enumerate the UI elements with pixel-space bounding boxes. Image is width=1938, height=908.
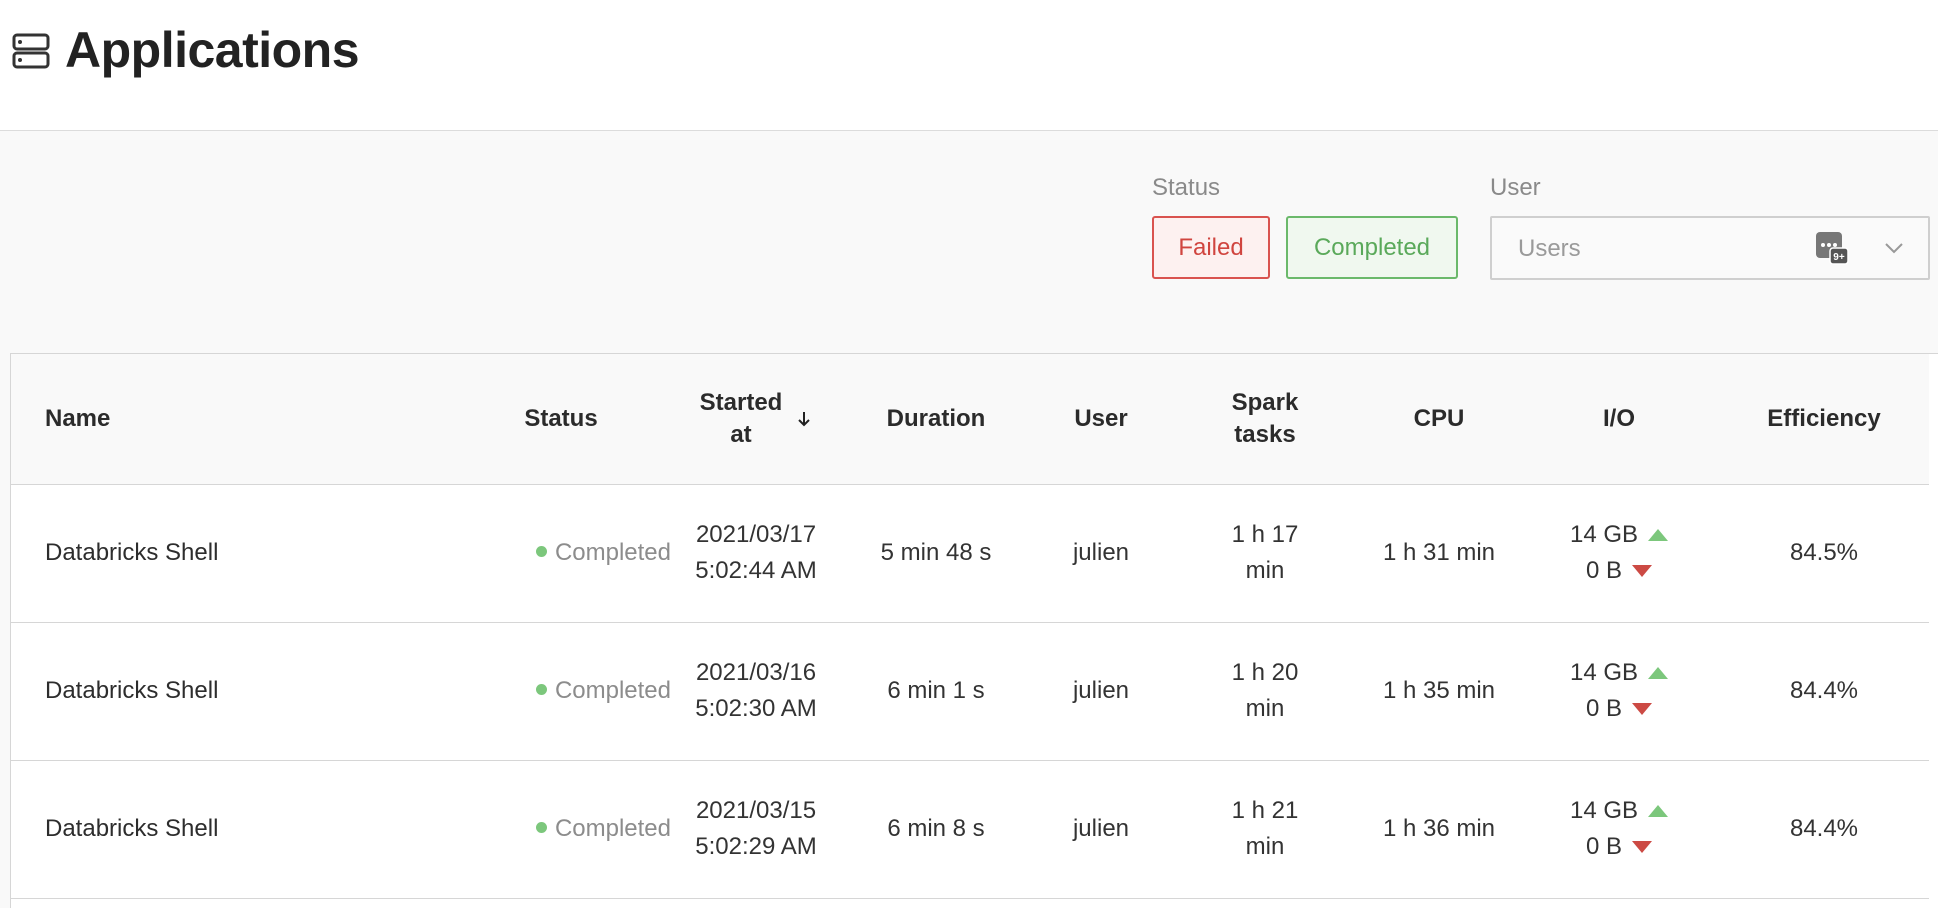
- started-time: 5:02:29 AM: [695, 833, 817, 860]
- cpu-cell: 1 h 36 min: [1382, 815, 1496, 842]
- efficiency-cell: 84.5%: [1789, 539, 1859, 566]
- user-cell: julien: [1072, 677, 1130, 704]
- started-date: 2021/03/17: [695, 521, 817, 548]
- user-cell: julien: [1072, 815, 1130, 842]
- status-text: Completed: [554, 539, 671, 566]
- spark-tasks-line2: min: [1245, 557, 1285, 584]
- io-cell: 14 GB 0 B: [1519, 484, 1719, 622]
- spark-tasks-line1: 1 h 17: [1231, 521, 1299, 548]
- efficiency-cell: 84.4%: [1789, 815, 1859, 842]
- duration-cell: 6 min 1 s: [887, 677, 985, 704]
- user-cell: julien: [1072, 539, 1130, 566]
- chevron-down-icon[interactable]: [1882, 238, 1906, 258]
- status-cell: Completed: [451, 622, 671, 760]
- spark-tasks-cell: 1 h 17 min: [1171, 484, 1359, 622]
- arrow-down-icon: [1632, 841, 1653, 853]
- status-filter-label: Status: [1152, 174, 1221, 201]
- spark-tasks-line2: min: [1245, 833, 1285, 860]
- started-at-cell: 2021/03/17 5:02:44 AM: [671, 484, 841, 622]
- column-header-spark-tasks[interactable]: Spark tasks: [1171, 354, 1359, 485]
- status-text: Completed: [554, 677, 671, 704]
- column-header-duration[interactable]: Duration: [841, 354, 1031, 485]
- io-input: 14 GB: [1569, 659, 1639, 686]
- status-text: Completed: [554, 815, 671, 842]
- arrow-up-icon: [1648, 805, 1669, 817]
- io-output: 0 B: [1585, 695, 1623, 722]
- arrow-down-icon: [1632, 703, 1653, 715]
- table-header-row: Name Status Started at Duration User Spa…: [11, 354, 1929, 485]
- table-row[interactable]: Databricks Shell Completed 2021/03/15 5:0…: [11, 760, 1929, 898]
- duration-cell: 6 min 8 s: [887, 815, 985, 842]
- duration-cell: 5 min 48 s: [880, 539, 992, 566]
- page-header: Applications: [0, 0, 1938, 131]
- applications-table: Name Status Started at Duration User Spa…: [10, 353, 1938, 908]
- started-time: 5:02:44 AM: [695, 557, 817, 584]
- spark-tasks-line2: min: [1245, 695, 1285, 722]
- sort-descending-icon[interactable]: [796, 409, 812, 429]
- started-date: 2021/03/16: [695, 659, 817, 686]
- column-header-status[interactable]: Status: [451, 354, 671, 485]
- app-name-cell[interactable]: Databricks Shell: [11, 484, 451, 622]
- table-row[interactable]: Databricks Shell Completed 2021/03/16 5:0…: [11, 622, 1929, 760]
- cpu-cell: 1 h 31 min: [1382, 539, 1496, 566]
- user-select[interactable]: Users 9+: [1490, 216, 1930, 280]
- table-row[interactable]: Databricks Shell Completed 2021/03/17 5:0…: [11, 484, 1929, 622]
- svg-text:9+: 9+: [1833, 252, 1845, 263]
- column-header-io[interactable]: I/O: [1519, 354, 1719, 485]
- page-title: Applications: [65, 22, 360, 78]
- started-at-cell: 2021/03/16 5:02:30 AM: [671, 622, 841, 760]
- status-cell: Completed: [451, 484, 671, 622]
- status-dot-icon: [535, 546, 547, 558]
- arrow-down-icon: [1632, 565, 1653, 577]
- io-cell: 14 GB 0 B: [1519, 622, 1719, 760]
- server-icon: [12, 33, 50, 69]
- column-header-efficiency[interactable]: Efficiency: [1719, 354, 1929, 485]
- arrow-up-icon: [1648, 529, 1669, 541]
- io-output: 0 B: [1585, 557, 1623, 584]
- app-name-cell[interactable]: Databricks Shell: [11, 622, 451, 760]
- user-select-placeholder: Users: [1518, 235, 1581, 262]
- spark-tasks-cell: 1 h 20 min: [1171, 622, 1359, 760]
- spark-tasks-line1: 1 h 21: [1231, 797, 1299, 824]
- column-header-started-line1: Started: [699, 388, 783, 416]
- column-header-cpu[interactable]: CPU: [1359, 354, 1519, 485]
- failed-filter-button[interactable]: Failed: [1152, 216, 1270, 279]
- io-input: 14 GB: [1569, 521, 1639, 548]
- completed-filter-button[interactable]: Completed: [1286, 216, 1458, 279]
- app-name-cell[interactable]: Databricks Shell: [11, 760, 451, 898]
- spark-tasks-cell: 1 h 21 min: [1171, 760, 1359, 898]
- column-header-started-line2: at: [730, 420, 752, 448]
- spark-tasks-line1: 1 h 20: [1231, 659, 1299, 686]
- started-date: 2021/03/15: [695, 797, 817, 824]
- column-header-user[interactable]: User: [1031, 354, 1171, 485]
- io-input: 14 GB: [1569, 797, 1639, 824]
- column-header-spark-line2: tasks: [1234, 420, 1296, 448]
- arrow-up-icon: [1648, 667, 1669, 679]
- started-time: 5:02:30 AM: [695, 695, 817, 722]
- status-dot-icon: [535, 684, 547, 696]
- io-output: 0 B: [1585, 833, 1623, 860]
- user-filter-label: User: [1490, 174, 1541, 201]
- io-cell: 14 GB 0 B: [1519, 760, 1719, 898]
- started-at-cell: 2021/03/15 5:02:29 AM: [671, 760, 841, 898]
- cpu-cell: 1 h 35 min: [1382, 677, 1496, 704]
- column-header-spark-line1: Spark: [1231, 388, 1299, 416]
- efficiency-cell: 84.4%: [1789, 677, 1859, 704]
- users-count-icon: 9+: [1816, 232, 1849, 265]
- status-dot-icon: [535, 822, 547, 834]
- column-header-started-at[interactable]: Started at: [671, 354, 841, 485]
- status-cell: Completed: [451, 760, 671, 898]
- column-header-name[interactable]: Name: [11, 354, 451, 485]
